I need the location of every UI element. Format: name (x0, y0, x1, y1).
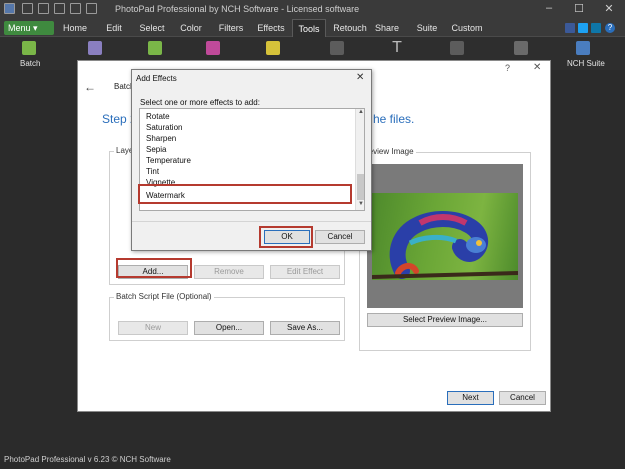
step-heading-end: he files. (373, 112, 415, 126)
add-image-icon[interactable] (148, 41, 162, 55)
text-icon[interactable]: T (390, 40, 404, 56)
chameleon-graphic (372, 211, 518, 279)
list-scrollbar[interactable]: ▲ ▼ (355, 109, 364, 210)
tab-retouch[interactable]: Retouch (331, 19, 369, 37)
edit-effect-button[interactable]: Edit Effect (270, 265, 340, 279)
tab-home[interactable]: Home (58, 19, 92, 37)
nch-suite-label: NCH Suite (567, 59, 605, 68)
tab-suite[interactable]: Suite (413, 19, 441, 37)
save-as-script-button[interactable]: Save As... (270, 321, 340, 335)
back-arrow-icon[interactable]: ← (84, 80, 96, 94)
list-item[interactable]: Sharpen (146, 133, 176, 144)
minimize-button[interactable]: – (539, 2, 559, 14)
list-item[interactable]: Sepia (146, 144, 166, 155)
undo-icon[interactable] (38, 3, 49, 14)
batch-script-section: Batch Script File (Optional) New Open...… (109, 292, 345, 341)
main-menu-button[interactable]: Menu ▾ (4, 21, 54, 35)
next-button[interactable]: Next (447, 391, 494, 405)
menu-bar: Menu ▾ Home Edit Select Color Filters Ef… (0, 19, 625, 37)
plugin-icon[interactable] (206, 41, 220, 55)
scroll-down-icon[interactable]: ▼ (358, 201, 364, 207)
add-button-highlight (116, 258, 192, 278)
status-bar: PhotoPad Professional v 6.23 © NCH Softw… (0, 451, 625, 469)
add-effects-prompt: Select one or more effects to add: (140, 98, 260, 107)
maximize-button[interactable]: ☐ (569, 2, 589, 15)
batch-icon[interactable] (22, 41, 36, 55)
tab-edit[interactable]: Edit (100, 19, 128, 37)
title-bar: PhotoPad Professional by NCH Software - … (0, 0, 625, 19)
facebook-icon[interactable] (565, 23, 575, 33)
stamp-icon[interactable] (330, 41, 344, 55)
window-title: PhotoPad Professional by NCH Software - … (115, 4, 360, 14)
list-item[interactable]: Tint (146, 166, 159, 177)
list-item[interactable]: Saturation (146, 122, 182, 133)
tab-tools[interactable]: Tools (292, 19, 326, 37)
line-icon[interactable] (450, 41, 464, 55)
watermark-highlight (138, 184, 352, 204)
twitter-icon[interactable] (578, 23, 588, 33)
batch-script-title: Batch Script File (Optional) (114, 292, 214, 301)
copy-icon[interactable] (86, 3, 97, 14)
calendar-icon[interactable] (266, 41, 280, 55)
select-preview-image-button[interactable]: Select Preview Image... (367, 313, 523, 327)
open-script-button[interactable]: Open... (194, 321, 264, 335)
tab-select[interactable]: Select (136, 19, 168, 37)
dialog-divider (132, 221, 371, 222)
tab-effects[interactable]: Effects (253, 19, 289, 37)
dialog-help-button[interactable]: ? (505, 63, 510, 73)
nch-suite-icon[interactable] (576, 41, 590, 55)
redo-icon[interactable] (54, 3, 65, 14)
remove-effect-button[interactable]: Remove (194, 265, 264, 279)
preview-area (367, 164, 523, 308)
add-effects-cancel-button[interactable]: Cancel (315, 230, 365, 244)
new-file-icon[interactable] (70, 3, 81, 14)
scroll-thumb[interactable] (357, 174, 364, 200)
collage-icon[interactable] (88, 41, 102, 55)
preview-image (372, 193, 518, 280)
tab-color[interactable]: Color (176, 19, 206, 37)
preview-section: review Image Select Preview Image... (359, 147, 531, 351)
list-item[interactable]: Rotate (146, 111, 170, 122)
list-item[interactable]: Temperature (146, 155, 191, 166)
tab-share[interactable]: Share (372, 19, 402, 37)
tab-filters[interactable]: Filters (214, 19, 248, 37)
tab-custom[interactable]: Custom (449, 19, 485, 37)
close-window-button[interactable]: ✕ (599, 2, 619, 15)
linkedin-icon[interactable] (591, 23, 601, 33)
dialog-close-button[interactable]: ✕ (533, 62, 541, 73)
help-icon[interactable]: ? (605, 23, 615, 33)
add-effects-close-button[interactable]: ✕ (356, 72, 364, 83)
scroll-up-icon[interactable]: ▲ (358, 109, 364, 115)
add-effects-title: Add Effects (136, 74, 177, 83)
document-icon[interactable] (514, 41, 528, 55)
app-icon (4, 3, 15, 14)
ok-button-highlight (259, 226, 313, 248)
new-script-button[interactable]: New (118, 321, 188, 335)
cancel-button[interactable]: Cancel (499, 391, 546, 405)
save-icon[interactable] (22, 3, 33, 14)
status-text: PhotoPad Professional v 6.23 © NCH Softw… (4, 455, 171, 464)
batch-label: Batch (20, 59, 41, 68)
add-effects-dialog: Add Effects ✕ Select one or more effects… (131, 69, 372, 251)
